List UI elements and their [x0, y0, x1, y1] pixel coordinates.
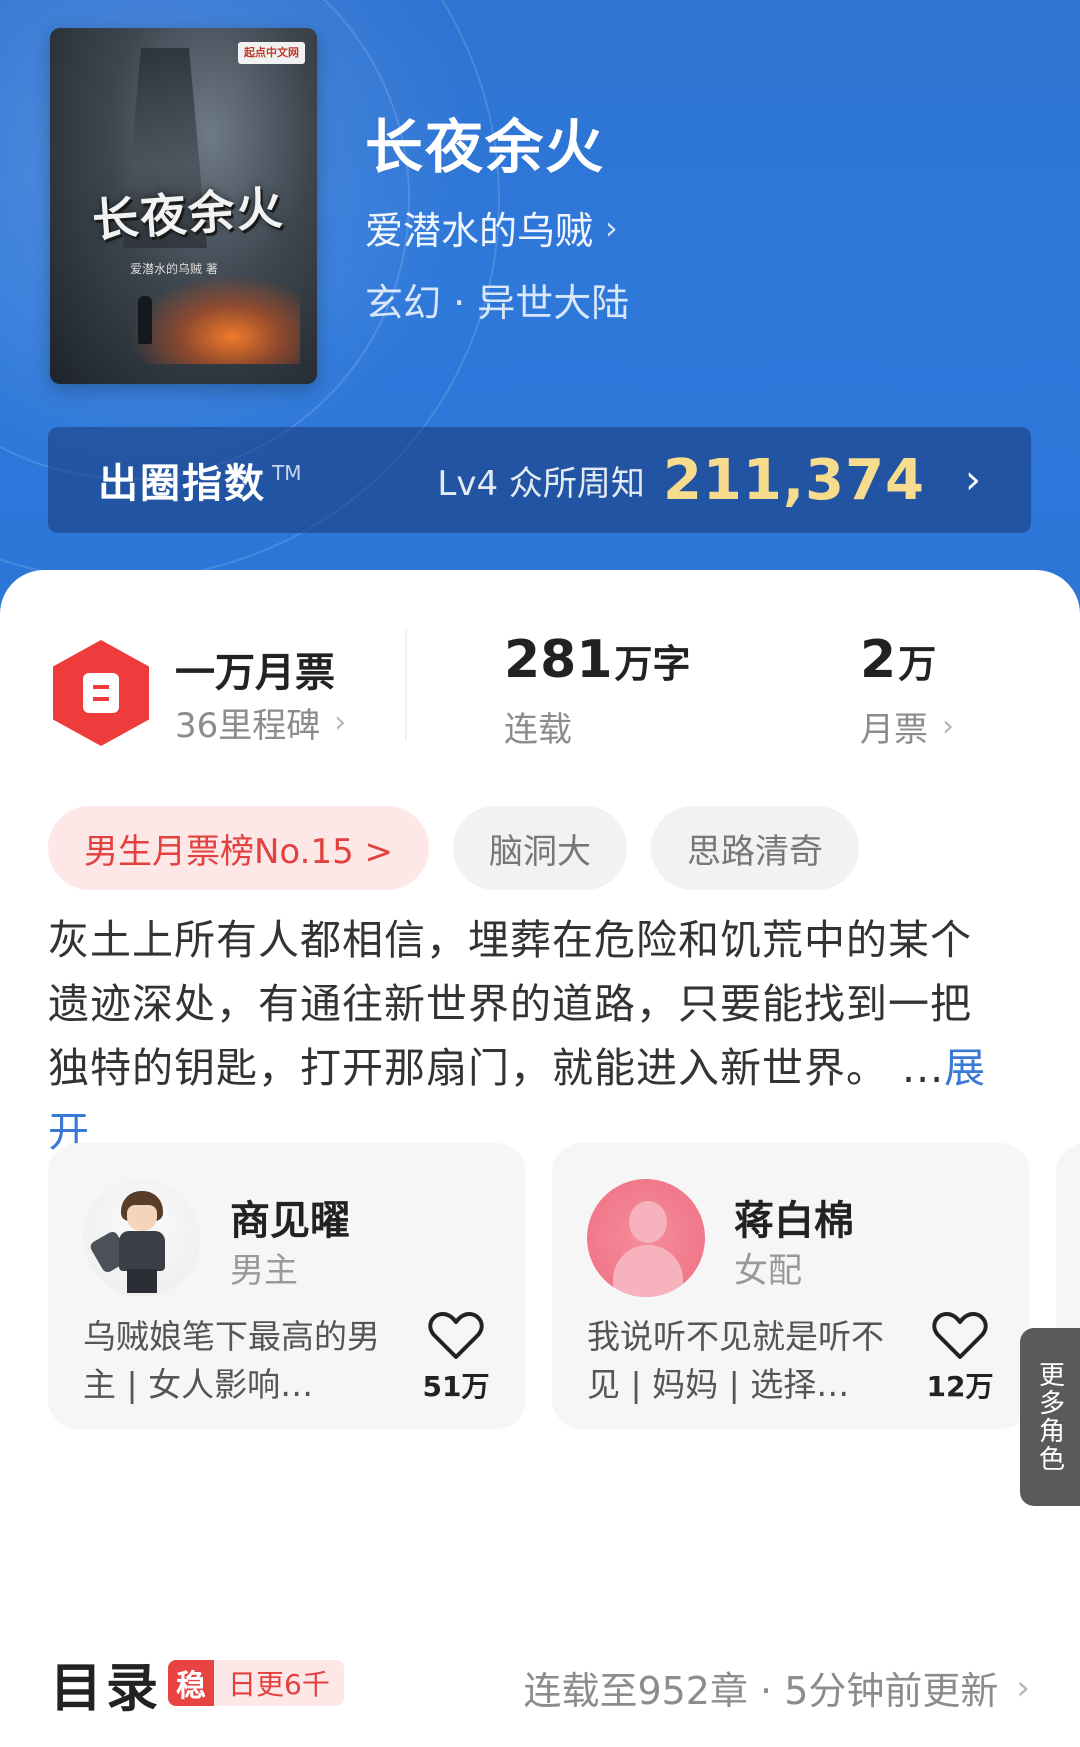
character-card[interactable]: 蒋白棉 女配 我说听不见就是听不见 | 妈妈 | 选择… 12万: [552, 1143, 1030, 1429]
update-badge: 稳 日更6千: [168, 1660, 344, 1706]
ticket-milestone-link[interactable]: 36里程碑 ›: [175, 698, 346, 747]
publisher-badge: 起点中文网: [238, 42, 305, 64]
index-label: 出圈指数: [98, 461, 266, 507]
chevron-right-icon: ›: [605, 208, 618, 247]
more-roles-button[interactable]: 更多角色: [1020, 1328, 1080, 1506]
table-of-contents-row[interactable]: 目录 稳 日更6千 连载至952章 · 5分钟前更新 ›: [0, 1640, 1080, 1740]
ticket-milestone-sub: 36里程碑: [175, 706, 321, 746]
toc-status: 连载至952章 · 5分钟前更新 ›: [523, 1660, 1030, 1715]
stable-badge-char: 稳: [168, 1660, 214, 1706]
heart-icon[interactable]: [428, 1311, 484, 1361]
character-desc: 我说听不见就是听不见 | 妈妈 | 选择…: [587, 1317, 884, 1404]
tag-ranking[interactable]: 男生月票榜No.15 >: [48, 806, 430, 890]
serial-status: 连载: [504, 710, 572, 750]
author-name: 爱潜水的乌贼: [365, 209, 594, 253]
book-genre: 玄幻 · 异世大陆: [365, 281, 630, 325]
stat-divider: [405, 630, 407, 740]
avatar: [587, 1179, 705, 1297]
book-header: 起点中文网 长夜余火 爱潜水的乌贼 著 长夜余火 爱潜水的乌贼 › 玄幻 · 异…: [0, 0, 1080, 640]
character-name: 蒋白棉: [734, 1198, 854, 1244]
cover-title-art: 长夜余火: [90, 180, 286, 248]
trademark-mark: TM: [272, 461, 302, 485]
tag-item[interactable]: 脑洞大: [453, 806, 628, 890]
monthly-votes-count: 2万: [860, 630, 937, 690]
ticket-milestone-title: 一万月票: [175, 650, 335, 696]
character-desc: 乌贼娘笔下最高的男主 | 女人影响…: [83, 1317, 380, 1404]
word-count: 281万字: [504, 630, 691, 690]
index-level: Lv4 众所周知: [437, 463, 645, 504]
chevron-right-icon: ›: [965, 457, 981, 503]
cover-figure: [138, 296, 152, 344]
toc-title: 目录: [50, 1659, 163, 1719]
chevron-right-icon: ›: [942, 709, 954, 744]
monthly-votes-link[interactable]: 月票 ›: [860, 702, 954, 751]
index-score: 211,374: [662, 447, 925, 513]
chevron-right-icon: ›: [1016, 1667, 1030, 1708]
chevron-right-icon: ›: [334, 705, 347, 740]
toc-status-text: 连载至952章 · 5分钟前更新: [523, 1669, 999, 1713]
book-title: 长夜余火: [365, 113, 606, 181]
tag-row: 男生月票榜No.15 > 脑洞大 思路清奇: [48, 806, 860, 890]
daily-update-text: 日更6千: [214, 1660, 344, 1706]
tag-item[interactable]: 思路清奇: [651, 806, 860, 890]
character-role: 男主: [230, 1251, 298, 1291]
cover-author-art: 爱潜水的乌贼 著: [130, 262, 218, 276]
cover-fire: [130, 274, 300, 364]
character-role: 女配: [734, 1251, 802, 1291]
popularity-index-bar[interactable]: 出圈指数 TM Lv4 众所周知 211,374 ›: [48, 427, 1031, 533]
avatar: [83, 1179, 201, 1297]
synopsis-text: 灰土上所有人都相信，埋葬在危险和饥荒中的某个遗迹深处，有通往新世界的道路，只要能…: [48, 916, 972, 1092]
synopsis: 灰土上所有人都相信，埋葬在危险和饥荒中的某个遗迹深处，有通往新世界的道路，只要能…: [48, 908, 1008, 1164]
character-name: 商见曜: [230, 1198, 350, 1244]
monthly-votes-label: 月票: [860, 710, 928, 750]
author-link[interactable]: 爱潜水的乌贼 ›: [365, 200, 618, 255]
character-card[interactable]: 商见曜 男主 乌贼娘笔下最高的男主 | 女人影响… 51万: [48, 1143, 526, 1429]
monthly-ticket-icon: [53, 640, 149, 746]
heart-icon[interactable]: [932, 1311, 988, 1361]
like-count: 12万: [926, 1370, 994, 1403]
like-count: 51万: [422, 1370, 490, 1403]
book-cover[interactable]: 起点中文网 长夜余火 爱潜水的乌贼 著: [50, 28, 317, 384]
